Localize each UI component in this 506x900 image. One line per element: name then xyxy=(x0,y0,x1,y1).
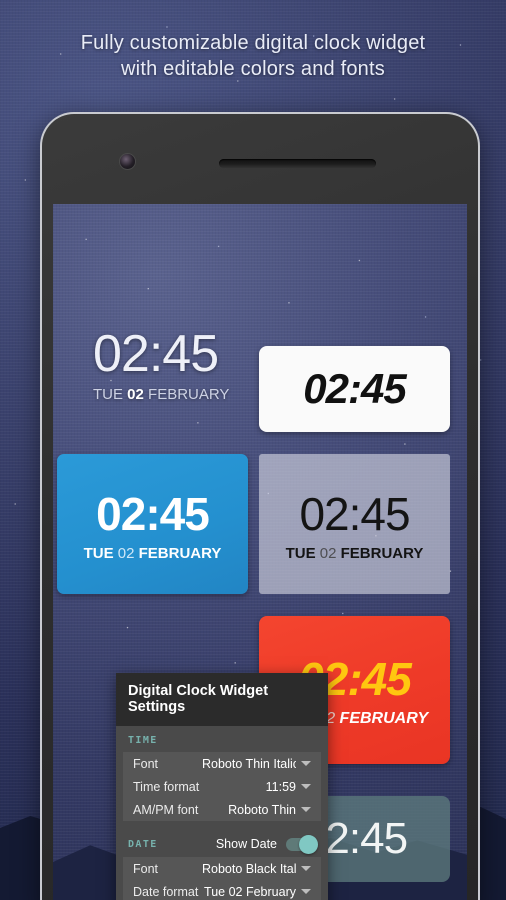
dropdown-value: 11:59 xyxy=(265,779,296,794)
widget-time: 02:45 xyxy=(96,487,210,540)
section-header-time: TIME xyxy=(116,726,328,752)
section-header-date: DATE Show Date xyxy=(116,828,328,857)
widget-date-day: 02 xyxy=(319,544,337,562)
row-label: Date format xyxy=(133,884,199,899)
chevron-down-icon xyxy=(301,784,311,789)
widget-date-suffix: FEBRUARY xyxy=(134,544,222,562)
dropdown-value: Roboto Thin Italic xyxy=(202,756,296,771)
promo-headline-line1: Fully customizable digital clock widget xyxy=(80,32,426,54)
speaker-grill-icon xyxy=(219,159,376,168)
row-time-font[interactable]: Font Roboto Thin Italic xyxy=(123,752,321,775)
phone-screen: 02:45 TUE 02 FEBRUARY 02:45 02:45 TUE 02… xyxy=(53,204,467,900)
section-header-time-label: TIME xyxy=(128,735,158,746)
dropdown-value: Roboto Black Itali xyxy=(202,861,296,876)
chevron-down-icon xyxy=(301,761,311,766)
widget-date-prefix: TUE xyxy=(93,386,128,403)
widget-time: 02:45 xyxy=(299,487,410,540)
widget-date-suffix: FEBRUARY xyxy=(336,544,424,562)
section-header-date-label: DATE xyxy=(128,838,158,850)
section-card-time: Font Roboto Thin Italic Time format 11:5… xyxy=(123,752,321,821)
dropdown-value: Roboto Thin xyxy=(228,802,296,817)
widget-date: TUE 02 FEBRUARY xyxy=(286,545,424,562)
promo-headline-line2: with editable colors and fonts xyxy=(121,58,385,80)
widget-date-day: 02 xyxy=(127,386,144,403)
chevron-down-icon xyxy=(301,889,311,894)
toggle-knob xyxy=(299,834,318,854)
promo-headline: Fully customizable digital clock widget … xyxy=(0,30,506,82)
show-date-label: Show Date xyxy=(215,837,277,851)
chevron-down-icon xyxy=(301,866,311,871)
dropdown-date-format[interactable]: Tue 02 February xyxy=(204,885,311,899)
widget-date-prefix: TUE xyxy=(285,544,320,562)
settings-panel-title: Digital Clock Widget Settings xyxy=(116,673,328,726)
row-time-format[interactable]: Time format 11:59 xyxy=(123,775,321,798)
dropdown-time-font[interactable]: Roboto Thin Italic xyxy=(202,757,311,771)
widget-date-prefix: TUE xyxy=(83,544,118,562)
row-date-font[interactable]: Font Roboto Black Itali xyxy=(123,857,321,880)
widget-time: 02:45 xyxy=(303,365,406,412)
clock-widget-gray[interactable]: 02:45 TUE 02 FEBRUARY xyxy=(259,454,450,594)
section-card-date: Font Roboto Black Itali Date format Tue … xyxy=(123,857,321,900)
row-label: Time format xyxy=(133,779,200,794)
widget-date-day: 02 xyxy=(117,544,135,562)
dropdown-ampm-font[interactable]: Roboto Thin xyxy=(228,803,311,817)
camera-icon xyxy=(120,154,135,169)
dropdown-value: Tue 02 February xyxy=(204,884,296,899)
widget-date: TUE 02 FEBRUARY xyxy=(84,545,222,562)
clock-widget-blue[interactable]: 02:45 TUE 02 FEBRUARY xyxy=(57,454,248,594)
widget-date-suffix: FEBRUARY xyxy=(143,386,230,403)
dropdown-time-format[interactable]: 11:59 xyxy=(266,780,311,794)
chevron-down-icon xyxy=(301,807,311,812)
row-label: AM/PM font xyxy=(133,802,199,817)
row-label: Font xyxy=(133,861,159,876)
row-date-format[interactable]: Date format Tue 02 February xyxy=(123,880,321,900)
show-date-toggle[interactable] xyxy=(286,834,318,854)
widget-date-suffix: FEBRUARY xyxy=(335,710,429,727)
settings-panel: Digital Clock Widget Settings TIME Font … xyxy=(116,673,328,900)
row-ampm-font[interactable]: AM/PM font Roboto Thin xyxy=(123,798,321,821)
dropdown-date-font[interactable]: Roboto Black Itali xyxy=(202,862,311,876)
clock-widget-white[interactable]: 02:45 xyxy=(259,346,450,432)
phone-mockup: 02:45 TUE 02 FEBRUARY 02:45 02:45 TUE 02… xyxy=(40,112,480,900)
show-date-control[interactable]: Show Date xyxy=(215,834,318,854)
row-label: Font xyxy=(133,756,159,771)
